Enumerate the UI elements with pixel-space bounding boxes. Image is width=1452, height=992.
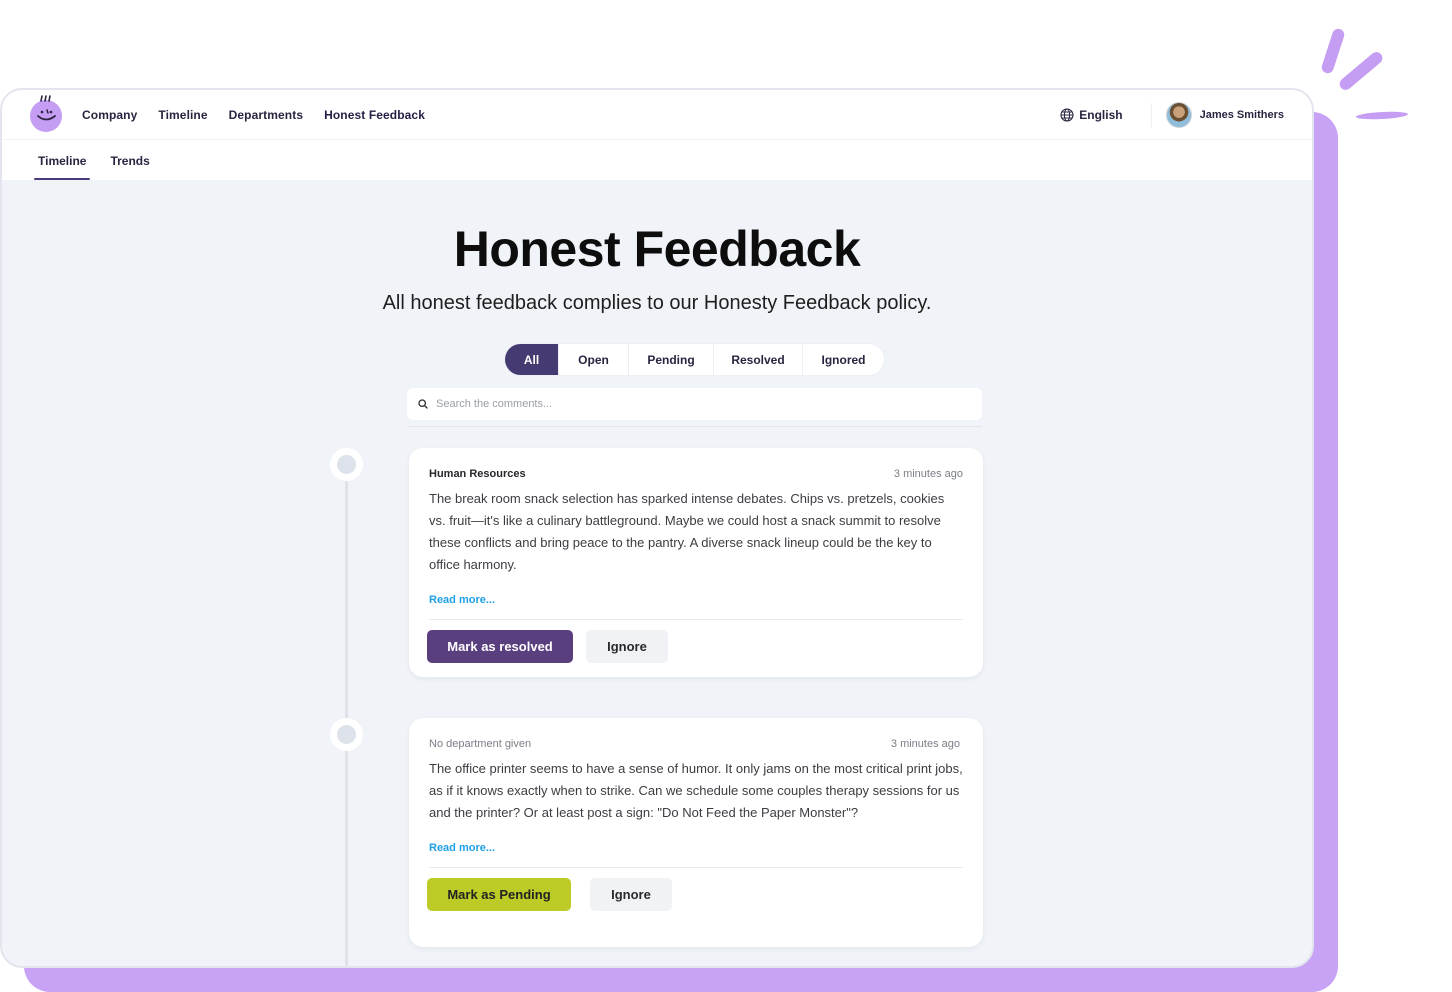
language-selector[interactable]: English <box>1060 107 1123 122</box>
filter-resolved[interactable]: Resolved <box>713 344 802 375</box>
feedback-card: Human Resources 3 minutes ago The break … <box>409 448 983 677</box>
sub-nav: Timeline Trends <box>2 140 1312 180</box>
divider <box>1150 102 1152 127</box>
nav-link-timeline[interactable]: Timeline <box>158 108 207 122</box>
search-box[interactable] <box>407 388 982 420</box>
top-nav: Company Timeline Departments Honest Feed… <box>2 90 1312 140</box>
feedback-department: Human Resources <box>429 468 526 480</box>
tab-timeline[interactable]: Timeline <box>34 154 91 180</box>
nav-link-company[interactable]: Company <box>82 108 137 122</box>
globe-icon <box>1060 107 1074 122</box>
feedback-department: No department given <box>429 738 532 750</box>
feedback-time: 3 minutes ago <box>893 468 963 480</box>
ignore-button[interactable]: Ignore <box>590 878 672 911</box>
divider <box>429 867 963 868</box>
topbar-right: English James Smithers <box>1060 101 1284 128</box>
search-input[interactable] <box>436 398 956 410</box>
nav-link-departments[interactable]: Departments <box>229 108 303 122</box>
user-name: James Smithers <box>1199 108 1284 121</box>
filter-ignored[interactable]: Ignored <box>802 344 884 375</box>
tab-trends[interactable]: Trends <box>106 154 153 180</box>
decorative-spark <box>1320 27 1346 75</box>
page-title: Honest Feedback <box>453 221 861 277</box>
filter-pending[interactable]: Pending <box>628 344 713 375</box>
search-icon <box>418 399 428 409</box>
divider <box>429 619 963 620</box>
main-content: Honest Feedback All honest feedback comp… <box>2 180 1312 966</box>
feedback-time: 3 minutes ago <box>890 738 960 750</box>
feedback-body: The break room snack selection has spark… <box>429 491 945 572</box>
app-window: Company Timeline Departments Honest Feed… <box>0 88 1314 968</box>
page-subtitle: All honest feedback complies to our Hone… <box>382 292 932 314</box>
nav-link-honest-feedback[interactable]: Honest Feedback <box>324 108 425 122</box>
mark-resolved-button[interactable]: Mark as resolved <box>427 630 573 663</box>
language-label: English <box>1079 107 1123 122</box>
filter-open[interactable]: Open <box>558 344 628 375</box>
decorative-spark <box>1355 110 1409 121</box>
filter-all[interactable]: All <box>505 344 558 375</box>
status-filter: All Open Pending Resolved Ignored <box>504 343 885 376</box>
ignore-button[interactable]: Ignore <box>586 630 668 663</box>
feedback-body: The office printer seems to have a sense… <box>429 761 963 820</box>
user-menu[interactable]: James Smithers <box>1165 101 1284 128</box>
mark-pending-button[interactable]: Mark as Pending <box>427 878 571 911</box>
divider <box>407 426 982 427</box>
feedback-card: No department given 3 minutes ago The of… <box>409 718 983 947</box>
smiley-logo-icon[interactable] <box>30 94 62 132</box>
read-more-link[interactable]: Read more... <box>429 842 495 854</box>
avatar <box>1165 101 1192 128</box>
timeline-node <box>330 718 363 751</box>
timeline-node <box>330 448 363 481</box>
read-more-link[interactable]: Read more... <box>429 594 495 606</box>
decorative-spark <box>1337 49 1385 93</box>
